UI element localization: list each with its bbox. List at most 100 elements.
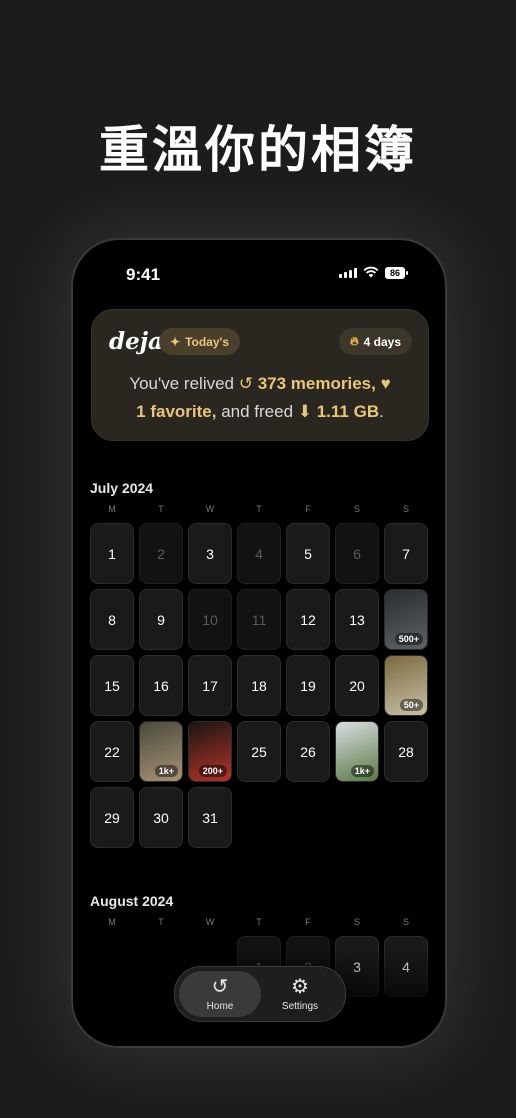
day-cell[interactable]: 2: [139, 523, 183, 584]
photo-count-badge: 50+: [399, 699, 423, 711]
weekday-label: W: [205, 917, 215, 927]
day-number: 18: [251, 677, 267, 694]
tab-bar: ↺ Home ⚙ Settings: [174, 966, 346, 1022]
day-cell[interactable]: 16: [139, 655, 183, 716]
day-number: 28: [398, 743, 414, 760]
day-number: 12: [300, 611, 316, 628]
day-number: 8: [108, 611, 116, 628]
day-cell[interactable]: 4: [237, 523, 281, 584]
day-photo-cell[interactable]: 1k+: [335, 721, 379, 782]
tab-settings[interactable]: ⚙ Settings: [259, 971, 341, 1017]
day-cell[interactable]: 31: [188, 787, 232, 848]
month-title: August 2024: [90, 893, 174, 909]
photo-count-badge: 500+: [394, 633, 423, 645]
day-number: 29: [104, 809, 120, 826]
day-cell[interactable]: 18: [237, 655, 281, 716]
day-photo-cell[interactable]: 50+: [384, 655, 428, 716]
day-number: 2: [157, 545, 165, 562]
day-number: 25: [251, 743, 267, 760]
phone-screen: 9:41 86 deja ✦ Today's 🔥︎ 4 days You've …: [73, 240, 445, 1046]
battery-icon: 86: [385, 267, 408, 279]
day-number: 5: [304, 545, 312, 562]
sparkle-icon: ✦: [170, 334, 181, 349]
summary-part-1: You've relived: [129, 374, 239, 393]
day-cell[interactable]: 5: [286, 523, 330, 584]
day-cell[interactable]: 17: [188, 655, 232, 716]
summary-part-2: and freed: [216, 402, 298, 421]
day-cell[interactable]: 19: [286, 655, 330, 716]
day-cell[interactable]: 3: [188, 523, 232, 584]
day-photo-cell[interactable]: 200+: [188, 721, 232, 782]
day-number: 6: [353, 545, 361, 562]
tab-settings-label: Settings: [281, 1000, 319, 1012]
photo-count-badge: 1k+: [350, 765, 374, 777]
month-title: July 2024: [90, 480, 154, 496]
freed-amount: 1.11 GB: [316, 402, 380, 421]
gear-icon: ⚙: [291, 975, 309, 998]
day-number: 4: [255, 545, 263, 562]
stats-card: deja ✦ Today's 🔥︎ 4 days You've relived …: [91, 309, 429, 441]
day-cell[interactable]: 6: [335, 523, 379, 584]
day-cell[interactable]: 12: [286, 589, 330, 650]
day-number: 31: [202, 809, 218, 826]
weekday-label: S: [353, 504, 360, 514]
day-cell[interactable]: 9: [139, 589, 183, 650]
weekday-label: M: [108, 504, 116, 514]
day-number: 19: [300, 677, 316, 694]
status-time: 9:41: [126, 265, 161, 284]
photo-count-badge: 200+: [198, 765, 227, 777]
day-number: 26: [300, 743, 316, 760]
day-cell[interactable]: 30: [139, 787, 183, 848]
day-number: 16: [153, 677, 169, 694]
headline: 重溫你的相簿: [99, 121, 417, 179]
weekday-label: M: [108, 917, 116, 927]
todays-label: Today's: [185, 334, 230, 349]
streak-label: 4 days: [363, 334, 401, 349]
day-number: 17: [202, 677, 218, 694]
day-number: 9: [157, 611, 165, 628]
day-cell[interactable]: 20: [335, 655, 379, 716]
heart-icon: ♥: [380, 374, 391, 393]
app-logo: deja: [109, 328, 163, 355]
tab-home-label: Home: [206, 1000, 234, 1012]
day-cell[interactable]: 7: [384, 523, 428, 584]
weekday-label: S: [402, 504, 409, 514]
status-bar: 9:41 86: [73, 240, 445, 300]
day-number: 30: [153, 809, 169, 826]
day-photo-cell[interactable]: 500+: [384, 589, 428, 650]
streak-badge[interactable]: 🔥︎ 4 days: [338, 328, 412, 355]
photo-count-badge: 1k+: [154, 765, 178, 777]
cellular-signal-icon: [339, 268, 357, 278]
day-cell[interactable]: 25: [237, 721, 281, 782]
history-icon: ↺: [238, 374, 258, 393]
home-history-icon: ↺: [211, 975, 229, 998]
day-number: 10: [202, 611, 218, 628]
day-cell[interactable]: 28: [384, 721, 428, 782]
todays-button[interactable]: ✦ Today's: [159, 328, 241, 355]
weekday-label: W: [205, 504, 215, 514]
weekday-label: F: [305, 504, 311, 514]
day-cell[interactable]: 1: [90, 523, 134, 584]
day-cell[interactable]: 13: [335, 589, 379, 650]
day-number: 7: [402, 545, 410, 562]
day-cell[interactable]: 8: [90, 589, 134, 650]
weekday-label: T: [158, 504, 164, 514]
summary-text: You've relived ↺ 373 memories, ♥ 1 favor…: [92, 370, 428, 426]
day-cell[interactable]: 15: [90, 655, 134, 716]
day-cell[interactable]: 29: [90, 787, 134, 848]
weekday-label: T: [256, 504, 262, 514]
day-cell[interactable]: 10: [188, 589, 232, 650]
summary-part-3: .: [379, 402, 384, 421]
day-photo-cell[interactable]: 1k+: [139, 721, 183, 782]
download-icon: ⬇: [297, 402, 317, 421]
day-number: 1: [108, 545, 116, 562]
day-number: 11: [251, 611, 267, 628]
day-number: 3: [206, 545, 214, 562]
weekday-label: T: [256, 917, 262, 927]
weekday-header: MTWTFSS: [90, 504, 428, 514]
tab-home[interactable]: ↺ Home: [179, 971, 261, 1017]
day-number: 20: [349, 677, 365, 694]
day-cell[interactable]: 22: [90, 721, 134, 782]
day-cell[interactable]: 11: [237, 589, 281, 650]
day-cell[interactable]: 26: [286, 721, 330, 782]
